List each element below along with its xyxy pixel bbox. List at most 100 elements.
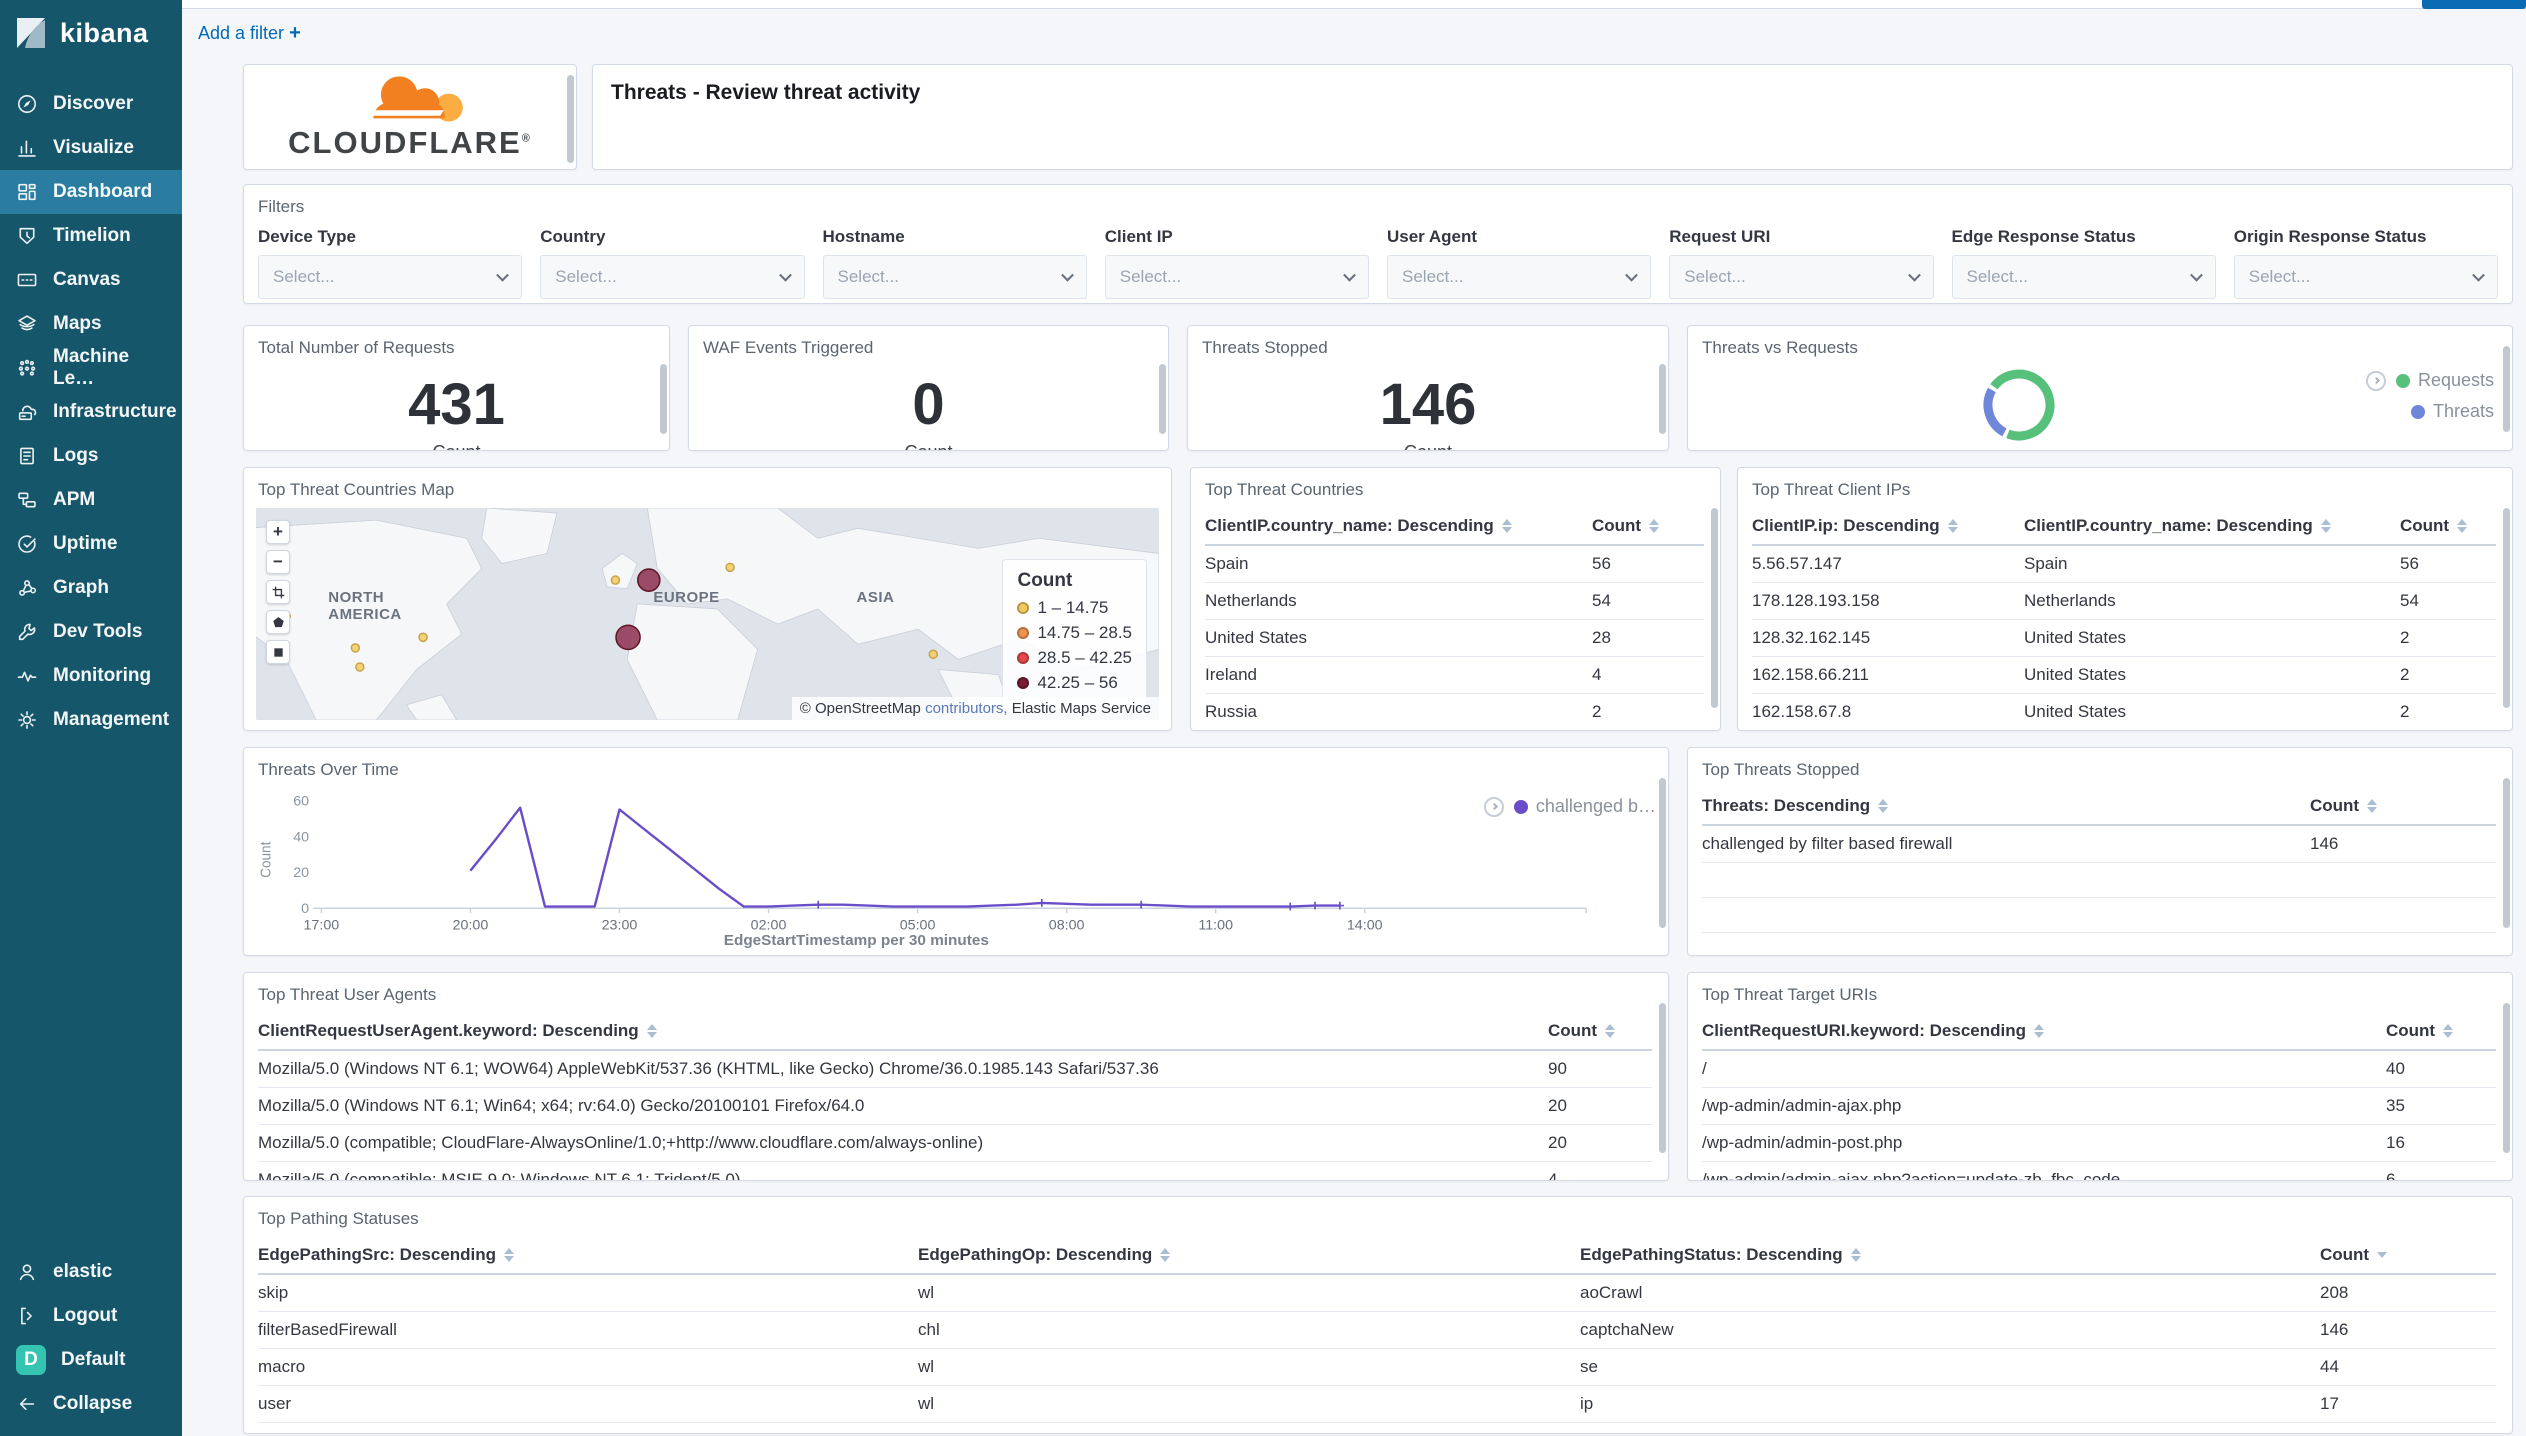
scrollbar[interactable] bbox=[2503, 1003, 2510, 1153]
sort-icon[interactable] bbox=[646, 1024, 657, 1038]
sort-icon[interactable] bbox=[2034, 1024, 2045, 1038]
column-header-count[interactable]: Count bbox=[2386, 1021, 2496, 1041]
kibana-logo-row[interactable]: kibana bbox=[0, 0, 182, 64]
zoom-in-button[interactable]: + bbox=[266, 520, 290, 544]
add-filter-link[interactable]: Add a filter + bbox=[198, 22, 301, 45]
sidebar-item-timelion[interactable]: Timelion bbox=[0, 214, 182, 258]
column-header-count[interactable]: Count bbox=[2320, 1245, 2496, 1265]
column-header-threats-descending[interactable]: Threats: Descending bbox=[1702, 796, 2310, 816]
column-header-clientip-country-name-descending[interactable]: ClientIP.country_name: Descending bbox=[2024, 516, 2400, 536]
column-header-edgepathingsrc-descending[interactable]: EdgePathingSrc: Descending bbox=[258, 1245, 918, 1265]
map-marker[interactable] bbox=[418, 632, 428, 643]
series-label[interactable]: challenged b… bbox=[1536, 796, 1656, 817]
map-marker[interactable] bbox=[350, 643, 361, 653]
filter-select-device-type[interactable]: Select... bbox=[258, 255, 523, 299]
scrollbar[interactable] bbox=[1659, 1003, 1666, 1153]
map-marker[interactable] bbox=[725, 562, 735, 573]
sort-icon[interactable] bbox=[2320, 519, 2331, 533]
legend-expand-icon[interactable] bbox=[1483, 796, 1504, 817]
legend-item-requests[interactable]: Requests bbox=[2365, 370, 2494, 391]
filter-select-edge-response-status[interactable]: Select... bbox=[1951, 255, 2216, 299]
map-marker[interactable] bbox=[928, 649, 939, 660]
sidebar-item-visualize[interactable]: Visualize bbox=[0, 126, 182, 170]
metric-threats-stopped-panel: Threats Stopped 146 Count bbox=[1187, 325, 1669, 451]
map-marker[interactable] bbox=[615, 624, 641, 651]
query-bar[interactable] bbox=[182, 0, 2526, 9]
column-header-count[interactable]: Count bbox=[2310, 796, 2496, 816]
legend-item-threats[interactable]: Threats bbox=[2410, 401, 2494, 422]
sidebar-footer-collapse[interactable]: Collapse bbox=[0, 1382, 182, 1426]
scrollbar[interactable] bbox=[2503, 778, 2510, 928]
column-header-edgepathingstatus-descending[interactable]: EdgePathingStatus: Descending bbox=[1580, 1245, 2320, 1265]
filter-select-client-ip[interactable]: Select... bbox=[1104, 255, 1369, 299]
sidebar-item-infrastructure[interactable]: Infrastructure bbox=[0, 390, 182, 434]
sidebar-item-canvas[interactable]: Canvas bbox=[0, 258, 182, 302]
column-header-clientip-country-name-descending[interactable]: ClientIP.country_name: Descending bbox=[1205, 516, 1592, 536]
sidebar-item-maps[interactable]: Maps bbox=[0, 302, 182, 346]
sort-icon[interactable] bbox=[504, 1248, 515, 1262]
sort-icon[interactable] bbox=[1605, 1024, 1616, 1038]
sidebar-footer-elastic[interactable]: elastic bbox=[0, 1250, 182, 1294]
filter-select-hostname[interactable]: Select... bbox=[822, 255, 1087, 299]
column-header-clientrequesturi-keyword-descending[interactable]: ClientRequestURI.keyword: Descending bbox=[1702, 1021, 2386, 1041]
scrollbar[interactable] bbox=[1659, 778, 1666, 928]
chevron-down-icon bbox=[778, 268, 792, 282]
table-cell: macro bbox=[258, 1357, 306, 1376]
map-marker[interactable] bbox=[355, 662, 365, 672]
sidebar-item-discover[interactable]: Discover bbox=[0, 82, 182, 126]
column-header-clientip-ip-descending[interactable]: ClientIP.ip: Descending bbox=[1752, 516, 2024, 536]
map-tool-crop-icon[interactable] bbox=[266, 580, 290, 604]
threats-vs-requests-donut-chart[interactable] bbox=[1976, 362, 2062, 450]
sidebar-item-monitoring[interactable]: Monitoring bbox=[0, 654, 182, 698]
table-cell bbox=[1702, 863, 2310, 897]
column-header-clientrequestuseragent-keyword-descending[interactable]: ClientRequestUserAgent.keyword: Descendi… bbox=[258, 1021, 1548, 1041]
sort-icon[interactable] bbox=[1947, 519, 1958, 533]
column-header-count[interactable]: Count bbox=[1592, 516, 1704, 536]
filter-select-user-agent[interactable]: Select... bbox=[1387, 255, 1652, 299]
sidebar-item-graph[interactable]: Graph bbox=[0, 566, 182, 610]
threats-over-time-line-chart[interactable]: 0 20 40 60 17:00 20:00 23:00 02:00 05:00 08:00 11:… bbox=[254, 784, 1622, 951]
filter-select-country[interactable]: Select... bbox=[540, 255, 805, 299]
scrollbar[interactable] bbox=[1659, 364, 1666, 434]
sort-icon[interactable] bbox=[1850, 1248, 1861, 1262]
scrollbar[interactable] bbox=[2503, 508, 2510, 708]
table-row: /wp-admin/admin-ajax.php 35 bbox=[1702, 1088, 2496, 1125]
sort-icon[interactable] bbox=[1501, 519, 1512, 533]
column-header-edgepathingop-descending[interactable]: EdgePathingOp: Descending bbox=[918, 1245, 1580, 1265]
scrollbar[interactable] bbox=[660, 364, 667, 434]
column-header-count[interactable]: Count bbox=[1548, 1021, 1652, 1041]
sort-icon[interactable] bbox=[2443, 1024, 2454, 1038]
map-marker[interactable] bbox=[610, 575, 621, 585]
sidebar-item-dev-tools[interactable]: Dev Tools bbox=[0, 610, 182, 654]
map-tool-pentagon-icon[interactable] bbox=[266, 610, 290, 634]
filter-select-origin-response-status[interactable]: Select... bbox=[2233, 255, 2498, 299]
update-button[interactable] bbox=[2422, 0, 2526, 9]
attribution-link[interactable]: contributors, bbox=[925, 700, 1008, 717]
sort-icon[interactable] bbox=[2377, 1252, 2388, 1258]
column-header-count[interactable]: Count bbox=[2400, 516, 2496, 536]
scrollbar[interactable] bbox=[1711, 508, 1718, 708]
wrench-icon bbox=[16, 621, 38, 643]
sidebar-item-apm[interactable]: APM bbox=[0, 478, 182, 522]
sidebar-item-machine-le[interactable]: Machine Le… bbox=[0, 346, 182, 390]
sidebar-item-logs[interactable]: Logs bbox=[0, 434, 182, 478]
world-map[interactable]: NORTH AMERICA EUROPE ASIA + − Count 1 – 14.75 1… bbox=[256, 508, 1159, 720]
sidebar-item-management[interactable]: Management bbox=[0, 698, 182, 742]
sort-icon[interactable] bbox=[1649, 519, 1660, 533]
sidebar-item-dashboard[interactable]: Dashboard bbox=[0, 170, 182, 214]
sidebar-item-uptime[interactable]: Uptime bbox=[0, 522, 182, 566]
map-tool-square-icon[interactable] bbox=[266, 640, 290, 664]
zoom-out-button[interactable]: − bbox=[266, 550, 290, 574]
filter-select-request-uri[interactable]: Select... bbox=[1669, 255, 1934, 299]
legend-expand-icon[interactable] bbox=[2365, 370, 2386, 391]
table-cell: /wp-admin/admin-post.php bbox=[1702, 1133, 1903, 1152]
sidebar-footer-logout[interactable]: Logout bbox=[0, 1294, 182, 1338]
sort-icon[interactable] bbox=[1878, 799, 1889, 813]
scrollbar[interactable] bbox=[567, 75, 574, 163]
sort-icon[interactable] bbox=[1160, 1248, 1171, 1262]
scrollbar[interactable] bbox=[2503, 346, 2510, 432]
sort-icon[interactable] bbox=[2367, 799, 2378, 813]
sidebar-footer-default[interactable]: D Default bbox=[0, 1338, 182, 1382]
sort-icon[interactable] bbox=[2457, 519, 2468, 533]
scrollbar[interactable] bbox=[1159, 364, 1166, 434]
